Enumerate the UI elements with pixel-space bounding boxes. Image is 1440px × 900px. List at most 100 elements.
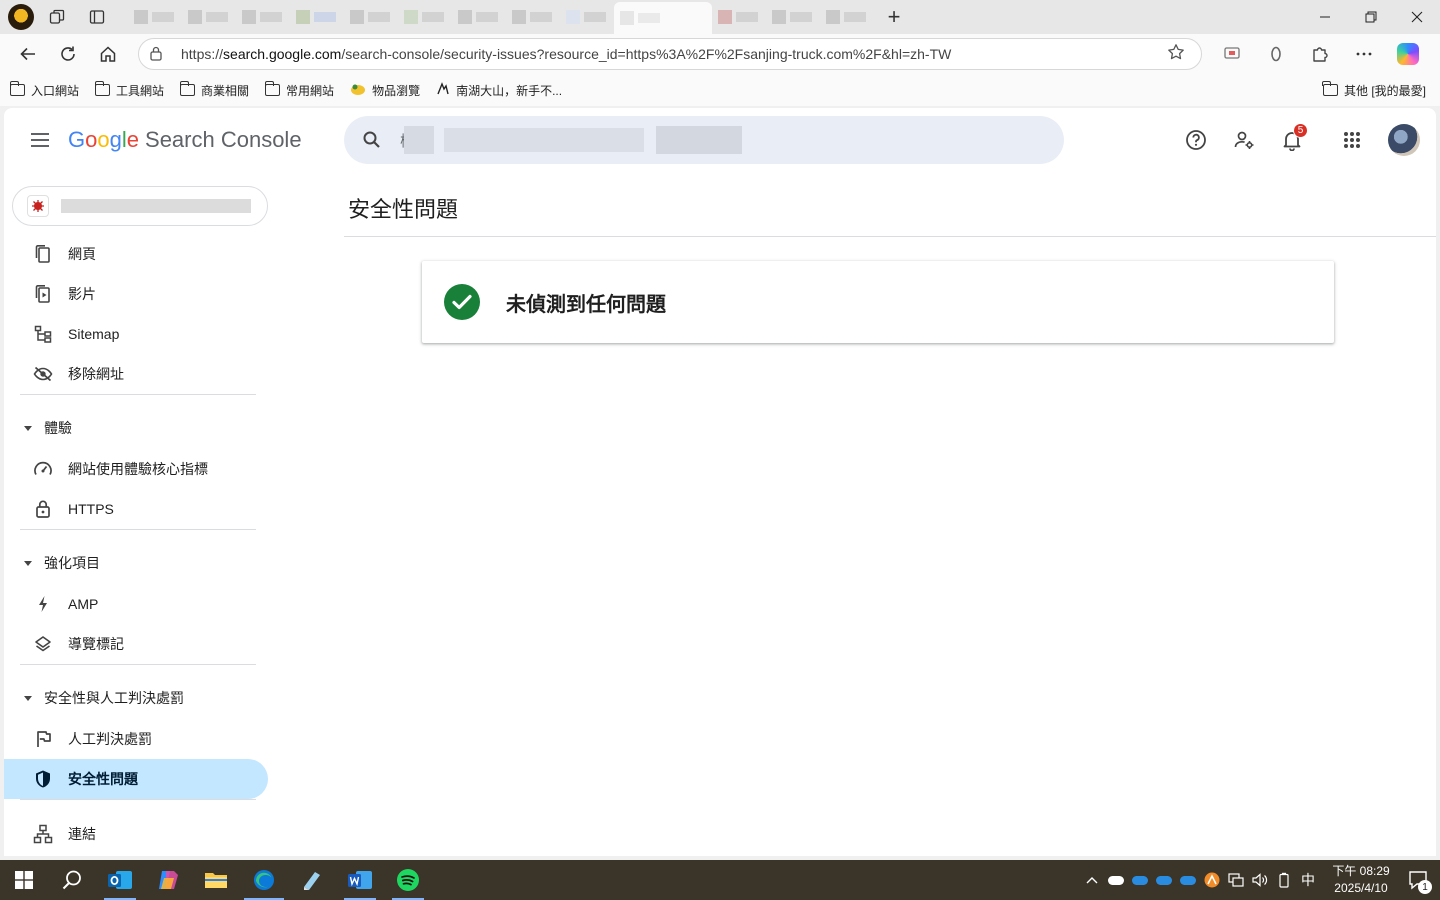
file-explorer-icon[interactable] [192, 860, 240, 900]
browser-tab[interactable] [712, 4, 766, 30]
sidebar-item-amp[interactable]: AMP [4, 584, 268, 624]
favorite-star-icon[interactable] [1167, 43, 1191, 66]
bookmark-folder[interactable]: 商業相關 [179, 81, 249, 99]
bookmark-folder[interactable]: 工具網站 [94, 81, 164, 99]
copilot-app-icon[interactable] [144, 860, 192, 900]
minimize-button[interactable] [1302, 0, 1348, 34]
title-divider [344, 236, 1436, 237]
links-icon [32, 823, 54, 845]
outlook-app-icon[interactable] [96, 860, 144, 900]
sidebar-item-removals[interactable]: 移除網址 [4, 354, 268, 394]
sidebar-section-enhancements[interactable]: 強化項目 [4, 543, 268, 583]
browser-tab[interactable] [560, 4, 614, 30]
cast-icon[interactable] [1212, 38, 1252, 70]
refresh-button[interactable] [48, 36, 88, 72]
restore-button[interactable] [1348, 0, 1394, 34]
browser-tab-active[interactable] [614, 2, 712, 34]
onedrive-business-icon[interactable] [1176, 860, 1200, 900]
notepad-app-icon[interactable] [288, 860, 336, 900]
sidebar-item-https[interactable]: HTTPS [4, 489, 268, 529]
browser-tab[interactable] [344, 4, 398, 30]
speed-gauge-icon [32, 458, 54, 480]
network-icon[interactable] [1224, 860, 1248, 900]
battery-icon[interactable] [1272, 860, 1296, 900]
edge-browser-icon[interactable] [240, 860, 288, 900]
property-selector[interactable] [12, 186, 268, 226]
workspaces-icon[interactable] [40, 4, 74, 30]
browser-tab[interactable] [506, 4, 560, 30]
browser-tab[interactable] [398, 4, 452, 30]
account-avatar[interactable] [1388, 124, 1420, 156]
bookmark-link[interactable]: 物品瀏覽 [350, 82, 420, 99]
sidebar-item-breadcrumbs[interactable]: 導覽標記 [4, 624, 268, 664]
layers-icon [32, 633, 54, 655]
other-bookmarks[interactable]: 其他 [我的最愛] [1322, 81, 1426, 99]
extension-zero-icon[interactable] [1256, 38, 1296, 70]
browser-tab[interactable] [182, 4, 236, 30]
google-wordmark: Google [68, 127, 140, 152]
bookmarks-bar: 入口網站 工具網站 商業相關 常用網站 物品瀏覽 南湖大山，新手不... 其他 … [0, 74, 1440, 106]
bookmark-folder[interactable]: 常用網站 [264, 81, 334, 99]
taskbar-search-icon[interactable] [48, 860, 96, 900]
onedrive-business-icon[interactable] [1128, 860, 1152, 900]
close-window-button[interactable] [1394, 0, 1440, 34]
redacted-block [656, 126, 742, 154]
sidebar-item-manual-actions[interactable]: 人工判決處罰 [4, 719, 268, 759]
pages-icon [32, 243, 54, 265]
browser-tab[interactable] [236, 4, 290, 30]
system-tray: 中 下午 08:29 2025/4/10 1 [1080, 860, 1440, 900]
collapse-caret-icon [24, 560, 32, 566]
sidebar-item-links[interactable]: 連結 [4, 814, 268, 854]
sidebar-item-videos[interactable]: 影片 [4, 274, 268, 314]
start-button[interactable] [0, 860, 48, 900]
manage-users-icon[interactable] [1220, 116, 1268, 164]
more-menu-icon[interactable] [1344, 38, 1384, 70]
lock-icon [32, 498, 54, 520]
app-tray-orange-icon[interactable] [1200, 860, 1224, 900]
sidebar-item-sitemap[interactable]: Sitemap [4, 314, 268, 354]
help-icon[interactable] [1172, 116, 1220, 164]
bookmark-link[interactable]: 南湖大山，新手不... [436, 81, 562, 99]
copilot-icon[interactable] [1388, 38, 1428, 70]
url-inspection-search[interactable]: 檢 [344, 116, 1064, 164]
extensions-puzzle-icon[interactable] [1300, 38, 1340, 70]
google-apps-icon[interactable] [1328, 116, 1376, 164]
site-info-icon[interactable] [149, 45, 173, 64]
notifications-bell-icon[interactable]: 5 [1268, 116, 1316, 164]
bookmark-folder[interactable]: 入口網站 [9, 81, 79, 99]
sidebar-divider [20, 529, 256, 530]
home-button[interactable] [88, 36, 128, 72]
volume-icon[interactable] [1248, 860, 1272, 900]
sidebar-section-experience[interactable]: 體驗 [4, 408, 268, 448]
sidebar-divider [20, 394, 256, 395]
address-bar[interactable]: https://search.google.com/search-console… [138, 38, 1202, 70]
new-tab-button[interactable]: + [874, 2, 914, 32]
sidebar-section-security[interactable]: 安全性與人工判決處罰 [4, 678, 268, 718]
browser-tab[interactable] [128, 4, 182, 30]
bookmark-site-icon [350, 82, 366, 99]
search-icon [362, 130, 382, 150]
onedrive-business-icon[interactable] [1152, 860, 1176, 900]
sitemap-icon [32, 323, 54, 345]
onedrive-personal-icon[interactable] [1104, 860, 1128, 900]
url-text[interactable]: https://search.google.com/search-console… [181, 46, 1167, 62]
search-console-logo[interactable]: Google Search Console [68, 127, 302, 153]
word-app-icon[interactable] [336, 860, 384, 900]
browser-tab[interactable] [820, 4, 874, 30]
input-method-indicator[interactable]: 中 [1296, 860, 1320, 900]
browser-profile-avatar[interactable] [8, 4, 34, 30]
notification-count-badge: 1 [1418, 880, 1432, 894]
browser-tab[interactable] [452, 4, 506, 30]
back-button[interactable] [8, 36, 48, 72]
action-center-button[interactable]: 1 [1396, 860, 1440, 900]
tab-actions-icon[interactable] [80, 4, 114, 30]
show-hidden-icons-chevron-icon[interactable] [1080, 860, 1104, 900]
sidebar-item-pages[interactable]: 網頁 [4, 234, 268, 274]
browser-tab[interactable] [290, 4, 344, 30]
spotify-app-icon[interactable] [384, 860, 432, 900]
taskbar-clock[interactable]: 下午 08:29 2025/4/10 [1326, 863, 1396, 897]
main-menu-button[interactable] [16, 116, 64, 164]
sidebar-item-security-issues[interactable]: 安全性問題 [4, 759, 268, 799]
browser-tab[interactable] [766, 4, 820, 30]
sidebar-item-core-web-vitals[interactable]: 網站使用體驗核心指標 [4, 449, 268, 489]
